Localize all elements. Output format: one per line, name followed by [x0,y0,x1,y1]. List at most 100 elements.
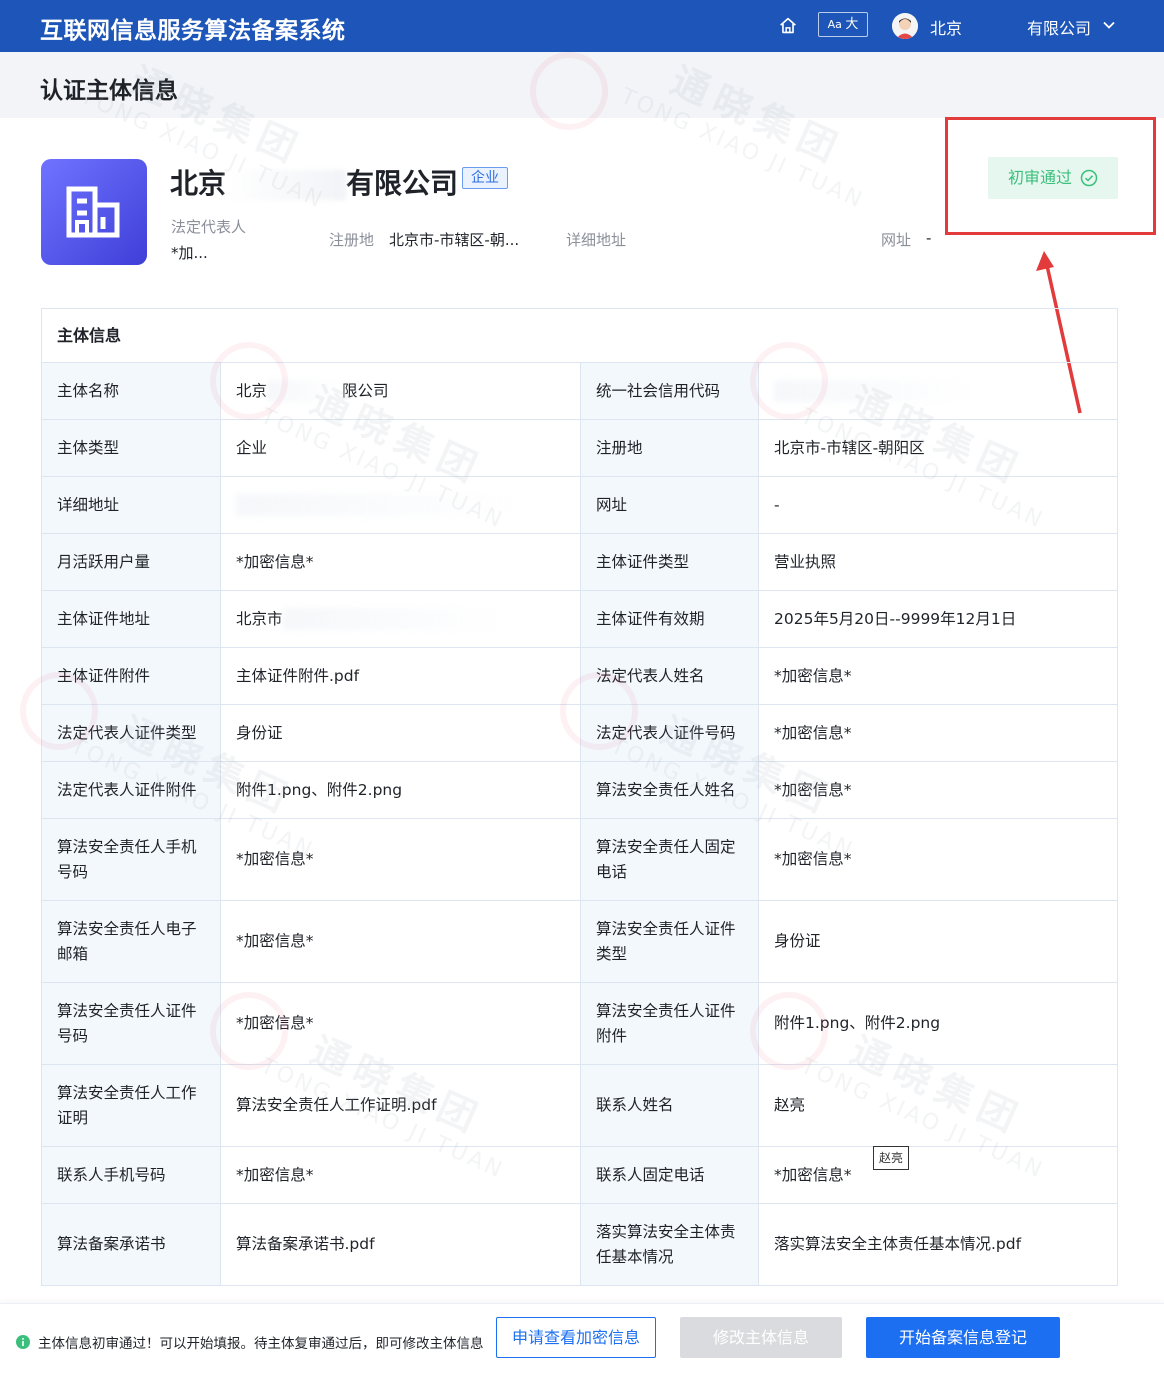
table-row: 主体名称 北京 限公司 统一社会信用代码 [42,363,1117,420]
cell-label: 法定代表人姓名 [581,648,759,704]
cell-value: *加密信息* [774,666,852,685]
cell-value [759,363,1116,419]
cell-value: *加密信息* [774,780,852,799]
cell-value: 身份证 [221,705,581,761]
entity-name-start: 北京 [236,381,268,400]
table-row: 算法安全责任人手机号码 *加密信息* 算法安全责任人固定电话 *加密信息* [42,819,1117,901]
reg-place-value: 北京市-市辖区-朝... [389,231,520,249]
cell-label: 月活跃用户量 [42,534,221,590]
redacted-area [282,608,503,630]
cell-label: 主体证件类型 [581,534,759,590]
cell-value: - [774,495,780,514]
legal-rep-label: 法定代表人 [171,218,247,236]
table-row: 主体类型 企业 注册地 北京市-市辖区-朝阳区 [42,420,1117,477]
table-row: 算法安全责任人证件号码 *加密信息* 算法安全责任人证件附件 附件1.png、附… [42,983,1117,1065]
app-title: 互联网信息服务算法备案系统 [40,18,346,44]
org-menu-label[interactable]: 有限公司 [1027,15,1091,39]
attachment-link[interactable]: 主体证件附件.pdf [221,648,581,704]
attachment-link[interactable]: 落实算法安全主体责任基本情况.pdf [759,1204,1116,1285]
home-icon[interactable] [777,15,799,37]
cell-value: 身份证 [774,932,821,950]
cell-value: *加密信息* [221,534,581,590]
cell-label: 主体名称 [42,363,221,419]
annotation-highlight-box [945,117,1156,235]
modify-entity-info-button[interactable]: 修改主体信息 [680,1317,842,1358]
cell-label: 联系人姓名 [581,1065,759,1146]
entity-logo [41,159,147,265]
cell-value: 北京市 [221,591,581,647]
table-row: 主体证件附件 主体证件附件.pdf 法定代表人姓名 *加密信息* [42,648,1117,705]
notice-text: 主体信息初审通过！可以开始填报。待主体复审通过后，即可修改主体信息 [38,1336,484,1352]
cell-label: 算法安全责任人证件号码 [42,983,221,1064]
font-toggle-small: Aa [827,18,842,31]
redacted-area [236,494,516,516]
cell-label: 算法安全责任人手机号码 [42,819,221,900]
cell-label: 联系人固定电话 [581,1147,759,1203]
table-row: 算法安全责任人工作证明 算法安全责任人工作证明.pdf 联系人姓名 赵亮 [42,1065,1117,1147]
building-icon [66,186,120,238]
table-row: 算法备案承诺书 算法备案承诺书.pdf 落实算法安全主体责任基本情况 落实算法安… [42,1204,1117,1285]
cell-label: 联系人手机号码 [42,1147,221,1203]
cell-label: 主体证件地址 [42,591,221,647]
cell-value: *加密信息* [774,850,852,868]
status-notice: 主体信息初审通过！可以开始填报。待主体复审通过后，即可修改主体信息 [16,1332,500,1352]
cell-value: *加密信息* [221,1147,581,1203]
cell-label: 详细地址 [42,477,221,533]
cell-label: 算法安全责任人固定电话 [581,819,759,900]
cert-address-text: 北京市 [236,609,283,628]
entity-info-table: 主体信息 主体名称 北京 限公司 统一社会信用代码 主体类型 企业 注册地 北京市… [41,308,1118,1286]
top-navigation-bar: 互联网信息服务算法备案系统 Aa 大 北京 有限公司 [0,0,1164,52]
table-row: 法定代表人证件附件 附件1.png、附件2.png 算法安全责任人姓名 *加密信… [42,762,1117,819]
cell-value: 赵亮 [774,1096,806,1114]
cell-value: 营业执照 [774,552,837,571]
attachment-link[interactable]: 算法备案承诺书.pdf [221,1204,581,1285]
website-value: - [926,229,932,247]
table-row: 法定代表人证件类型 身份证 法定代表人证件号码 *加密信息* [42,705,1117,762]
cell-label: 算法备案承诺书 [42,1204,221,1285]
cell-label: 落实算法安全主体责任基本情况 [581,1204,759,1285]
cell-label: 注册地 [581,420,759,476]
cell-label: 算法安全责任人姓名 [581,762,759,818]
start-filing-button[interactable]: 开始备案信息登记 [866,1317,1060,1358]
cell-value: *加密信息* [774,723,852,742]
cell-value: 北京 限公司 [221,363,581,419]
cell-label: 主体类型 [42,420,221,476]
font-toggle-big: 大 [845,17,859,32]
info-icon [16,1335,30,1349]
cell-value: 北京市-市辖区-朝阳区 [774,438,925,457]
cell-label: 算法安全责任人电子邮箱 [42,901,221,982]
cell-label: 法定代表人证件类型 [42,705,221,761]
cell-label: 算法安全责任人证件类型 [581,901,759,982]
user-city[interactable]: 北京 [930,15,962,39]
cell-label: 法定代表人证件附件 [42,762,221,818]
redacted-area [267,380,343,402]
font-size-toggle[interactable]: Aa 大 [818,12,868,37]
avatar[interactable] [892,13,918,39]
table-row: 详细地址 网址 - [42,477,1117,534]
address-label: 详细地址 [566,231,627,249]
table-row: 主体证件地址 北京市 主体证件有效期 2025年5月20日--9999年12月1… [42,591,1117,648]
cell-label: 主体证件有效期 [581,591,759,647]
cell-value: *加密信息* [774,1165,852,1184]
entity-name-prefix: 北京 [170,167,227,200]
cell-value: 2025年5月20日--9999年12月1日 [774,609,1017,628]
attachment-link[interactable]: 附件1.png、附件2.png [759,983,1116,1064]
cell-label: 主体证件附件 [42,648,221,704]
entity-name-end: 限公司 [342,381,389,400]
page-header: 认证主体信息 [0,52,1164,118]
attachment-link[interactable]: 附件1.png、附件2.png [221,762,581,818]
reg-place-label: 注册地 [329,231,375,249]
cell-value [221,477,581,533]
cell-value: 企业 [221,420,581,476]
entity-name: 北京 有限公司 [170,162,458,202]
attachment-link[interactable]: 算法安全责任人工作证明.pdf [221,1065,581,1146]
request-encrypted-info-button[interactable]: 申请查看加密信息 [496,1317,656,1358]
redacted-area [226,170,347,200]
table-row: 联系人手机号码 *加密信息* 联系人固定电话 *加密信息* [42,1147,1117,1204]
chevron-down-icon[interactable] [1100,16,1118,34]
table-row: 月活跃用户量 *加密信息* 主体证件类型 营业执照 [42,534,1117,591]
entity-type-tag: 企业 [462,167,508,189]
entity-name-suffix: 有限公司 [346,167,459,200]
cell-label: 统一社会信用代码 [581,363,759,419]
cell-value: *加密信息* [221,901,581,982]
